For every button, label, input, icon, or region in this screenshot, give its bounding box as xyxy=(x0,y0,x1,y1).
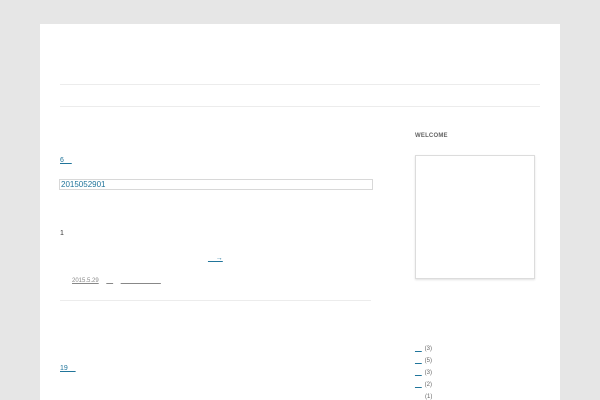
post-filed-link[interactable]: __ ______ ___ xyxy=(121,278,161,284)
post-category-link[interactable]: 6__ xyxy=(60,157,72,164)
post-divider xyxy=(60,300,371,301)
post-title-link[interactable]: 2015052901 xyxy=(59,179,373,190)
page-container: 6__ 2015052901 1 __→ 2015.5.29 __ __ ___… xyxy=(40,24,560,400)
second-post-link[interactable]: 19__ xyxy=(60,365,76,372)
list-item[interactable]: __ (2) xyxy=(415,382,432,394)
header-divider-top xyxy=(60,84,540,85)
read-more-link[interactable]: __→ xyxy=(208,255,223,262)
post-meta: 2015.5.29 __ __ ______ ___ xyxy=(72,278,167,284)
welcome-widget-box xyxy=(415,155,535,279)
list-item[interactable]: __ (3) xyxy=(415,346,432,358)
list-item[interactable]: __ (3) xyxy=(415,370,432,382)
list-item[interactable]: (1) xyxy=(415,394,432,400)
post-date-link[interactable]: 2015.5.29 xyxy=(72,278,99,284)
header-divider-bottom xyxy=(60,106,540,107)
list-item[interactable]: __ (5) xyxy=(415,358,432,370)
post-body-text: 1 xyxy=(60,230,64,237)
post-author-link[interactable]: __ xyxy=(106,278,113,284)
category-list: __ (3) __ (5) __ (3) __ (2) (1) xyxy=(415,346,432,400)
widget-title: WELCOME xyxy=(415,133,448,139)
